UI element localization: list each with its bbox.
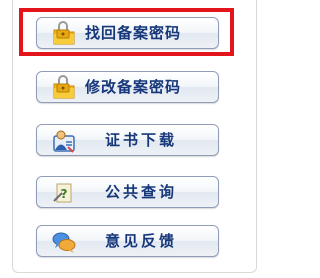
lock-folder-icon [51, 75, 77, 101]
button-label: 证书下载 [105, 131, 178, 149]
button-label: 修改备案密码 [85, 78, 182, 96]
chat-bubbles-icon [51, 229, 77, 255]
button-label: 公共查询 [105, 183, 178, 201]
public-query-button[interactable]: ? 公共查询 [36, 176, 219, 208]
selection-highlight-frame [19, 8, 234, 56]
certificate-download-button[interactable]: 证书下载 [36, 124, 219, 156]
question-note-icon: ? [51, 180, 77, 206]
certificate-user-icon [51, 128, 77, 154]
svg-text:?: ? [61, 187, 68, 201]
feedback-button[interactable]: 意见反馈 [36, 225, 219, 257]
change-password-button[interactable]: 修改备案密码 [36, 71, 219, 103]
button-label: 意见反馈 [105, 232, 178, 250]
